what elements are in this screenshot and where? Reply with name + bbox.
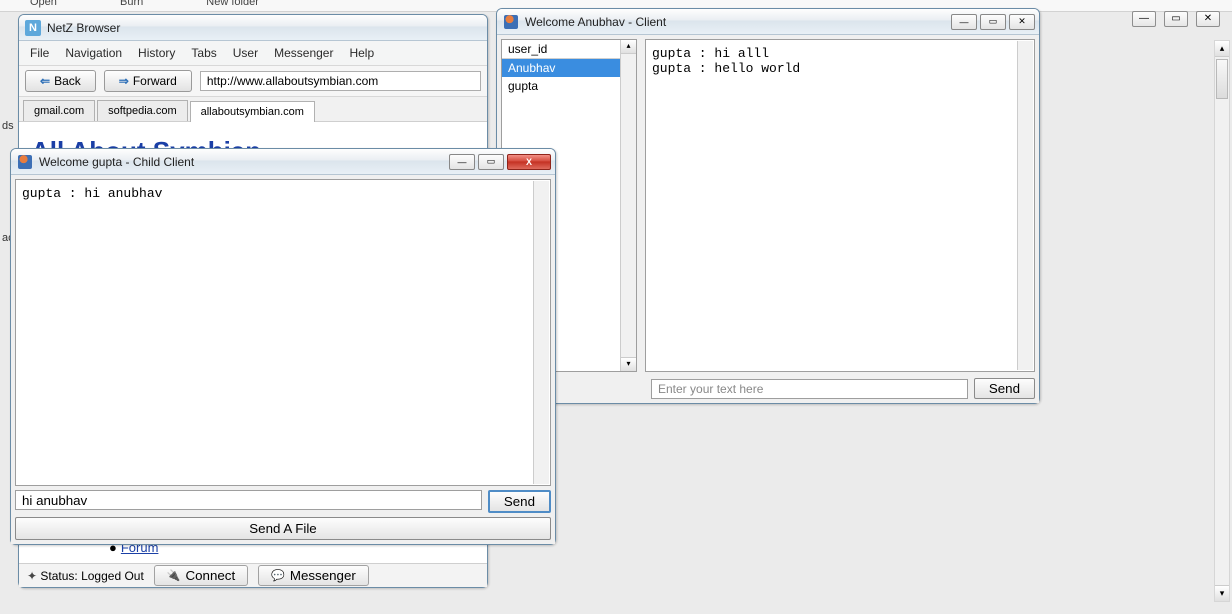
anubhav-message-input[interactable] [651, 379, 968, 399]
user-list-header: user_id [502, 40, 636, 59]
chat-line: gupta : hello world [652, 61, 1028, 76]
chat-scrollbar[interactable] [533, 181, 549, 484]
gupta-titlebar[interactable]: Welcome gupta - Child Client — ▭ X [11, 149, 555, 175]
chat-icon: 💬 [271, 569, 285, 582]
anubhav-titlebar[interactable]: Welcome Anubhav - Client — ▭ ✕ [497, 9, 1039, 35]
tab-gmail[interactable]: gmail.com [23, 100, 95, 121]
scroll-up-icon[interactable]: ▴ [1215, 41, 1229, 57]
back-arrow-icon: ⇐ [40, 74, 50, 88]
menu-file[interactable]: File [23, 44, 56, 62]
gupta-message-input[interactable] [15, 490, 482, 510]
status-text: Status: Logged Out [27, 569, 144, 583]
anubhav-minimize-button[interactable]: — [951, 14, 977, 30]
anubhav-title: Welcome Anubhav - Client [525, 15, 951, 29]
chat-scrollbar[interactable] [1017, 41, 1033, 370]
menu-tabs[interactable]: Tabs [184, 44, 223, 62]
browser-titlebar[interactable]: N NetZ Browser [19, 15, 487, 41]
chat-line: gupta : hi anubhav [22, 186, 544, 201]
user-item-gupta[interactable]: gupta [502, 77, 636, 95]
menu-user[interactable]: User [226, 44, 265, 62]
forward-label: Forward [133, 74, 177, 88]
anubhav-close-button[interactable]: ✕ [1009, 14, 1035, 30]
forward-button[interactable]: ⇒ Forward [104, 70, 192, 92]
plug-icon: 🔌 [167, 569, 181, 582]
connect-button[interactable]: 🔌 Connect [154, 565, 248, 586]
gupta-title: Welcome gupta - Child Client [39, 155, 449, 169]
menu-navigation[interactable]: Navigation [58, 44, 129, 62]
gupta-maximize-button[interactable]: ▭ [478, 154, 504, 170]
scroll-down-icon[interactable]: ▾ [621, 357, 636, 371]
messenger-button[interactable]: 💬 Messenger [258, 565, 369, 586]
main-scrollbar[interactable]: ▴ ▾ [1214, 40, 1230, 602]
back-label: Back [54, 74, 81, 88]
scroll-down-icon[interactable]: ▾ [1215, 585, 1229, 601]
gupta-chat-pane: gupta : hi anubhav [15, 179, 551, 486]
outer-close-button[interactable]: ✕ [1196, 11, 1220, 27]
outer-window-controls: — ▭ ✕ [1132, 10, 1220, 27]
scroll-thumb[interactable] [1216, 59, 1228, 99]
gupta-minimize-button[interactable]: — [449, 154, 475, 170]
scroll-up-icon[interactable]: ▴ [621, 40, 636, 54]
java-icon [17, 154, 33, 170]
tab-strip: gmail.com softpedia.com allaboutsymbian.… [19, 97, 487, 122]
gupta-client-window: Welcome gupta - Child Client — ▭ X gupta… [10, 148, 556, 545]
anubhav-chat-pane: gupta : hi alll gupta : hello world [645, 39, 1035, 372]
anubhav-client-window: Welcome Anubhav - Client — ▭ ✕ user_id A… [496, 8, 1040, 404]
menu-help[interactable]: Help [342, 44, 381, 62]
tab-allaboutsymbian[interactable]: allaboutsymbian.com [190, 101, 315, 122]
status-bar: Status: Logged Out 🔌 Connect 💬 Messenger [19, 563, 487, 587]
browser-title: NetZ Browser [47, 21, 483, 35]
outer-maximize-button[interactable]: ▭ [1164, 11, 1188, 27]
anubhav-send-button[interactable]: Send [974, 378, 1035, 399]
tab-softpedia[interactable]: softpedia.com [97, 100, 187, 121]
gupta-send-button[interactable]: Send [488, 490, 551, 513]
menubar: File Navigation History Tabs User Messen… [19, 41, 487, 66]
anubhav-maximize-button[interactable]: ▭ [980, 14, 1006, 30]
java-icon [503, 14, 519, 30]
back-button[interactable]: ⇐ Back [25, 70, 96, 92]
user-list-scrollbar[interactable]: ▴ ▾ [620, 40, 636, 371]
menu-messenger[interactable]: Messenger [267, 44, 340, 62]
menu-history[interactable]: History [131, 44, 182, 62]
nav-toolbar: ⇐ Back ⇒ Forward [19, 66, 487, 97]
send-file-button[interactable]: Send A File [15, 517, 551, 540]
outer-minimize-button[interactable]: — [1132, 11, 1156, 27]
user-item-anubhav[interactable]: Anubhav [502, 59, 636, 77]
forward-arrow-icon: ⇒ [119, 74, 129, 88]
url-input[interactable] [200, 71, 481, 91]
chat-line: gupta : hi alll [652, 46, 1028, 61]
gupta-close-button[interactable]: X [507, 154, 551, 170]
netz-app-icon: N [25, 20, 41, 36]
